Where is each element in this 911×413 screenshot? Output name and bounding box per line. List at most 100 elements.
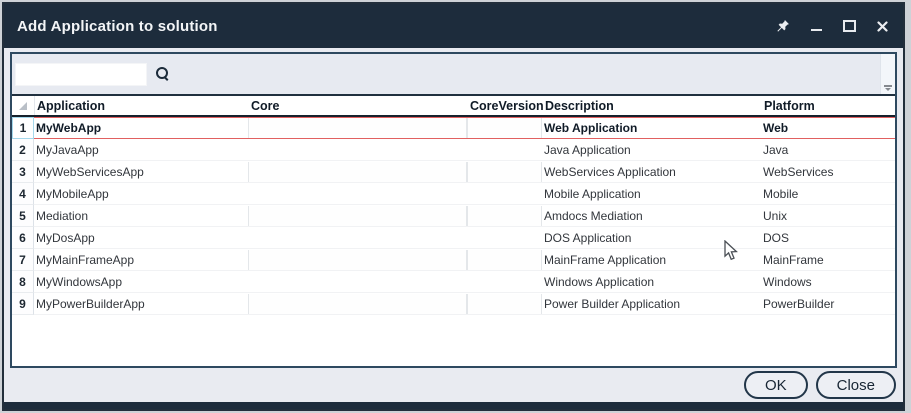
cell-description[interactable]: MainFrame Application — [542, 250, 761, 270]
maximize-glyph — [842, 20, 856, 32]
cell-platform[interactable]: DOS — [761, 228, 895, 248]
cell-platform[interactable]: Mobile — [761, 184, 895, 204]
cell-description[interactable]: DOS Application — [542, 228, 761, 248]
row-number[interactable]: 6 — [12, 227, 34, 249]
search-icon[interactable] — [155, 66, 171, 82]
ok-button[interactable]: OK — [743, 371, 808, 399]
cell-description[interactable]: Web Application — [542, 118, 761, 138]
select-all-corner[interactable] — [12, 96, 35, 115]
row-cells: MyWindowsApp Windows Application Windows — [34, 271, 895, 293]
filter-collapse-handle[interactable] — [880, 54, 895, 94]
cell-core[interactable] — [248, 162, 467, 182]
cell-core[interactable] — [248, 118, 467, 138]
cell-application[interactable]: MyWebApp — [34, 118, 248, 138]
row-cells: MyPowerBuilderApp Power Builder Applicat… — [34, 293, 895, 315]
cell-core[interactable] — [248, 272, 467, 292]
row-cells: Mediation Amdocs Mediation Unix — [34, 205, 895, 227]
table-row[interactable]: 4 MyMobileApp Mobile Application Mobile — [12, 183, 895, 205]
row-cells: MyWebApp Web Application Web — [34, 117, 895, 139]
magnifier-handle — [163, 76, 169, 81]
cell-core[interactable] — [248, 228, 467, 248]
cell-core[interactable] — [248, 184, 467, 204]
collapse-handle-bar — [884, 85, 892, 87]
table-row[interactable]: 3 MyWebServicesApp WebServices Applicati… — [12, 161, 895, 183]
grid-header-row: Application Core CoreVersion Description… — [12, 96, 895, 117]
cell-coreversion[interactable] — [467, 272, 542, 292]
dialog-window: Add Application to solution Application … — [2, 2, 905, 411]
grid-frame: Application Core CoreVersion Description… — [10, 52, 897, 368]
cell-platform[interactable]: Web — [761, 118, 895, 138]
cell-platform[interactable]: MainFrame — [761, 250, 895, 270]
cell-coreversion[interactable] — [467, 140, 542, 160]
cell-description[interactable]: Java Application — [542, 140, 761, 160]
table-row[interactable]: 5 Mediation Amdocs Mediation Unix — [12, 205, 895, 227]
row-number[interactable]: 2 — [12, 139, 34, 161]
grid-empty-area — [12, 315, 895, 366]
table-row[interactable]: 2 MyJavaApp Java Application Java — [12, 139, 895, 161]
cell-core[interactable] — [248, 140, 467, 160]
close-icon[interactable] — [875, 19, 889, 33]
cell-coreversion[interactable] — [467, 118, 542, 138]
table-row[interactable]: 6 MyDosApp DOS Application DOS — [12, 227, 895, 249]
table-row[interactable]: 7 MyMainFrameApp MainFrame Application M… — [12, 249, 895, 271]
row-number[interactable]: 5 — [12, 205, 34, 227]
column-header-platform[interactable]: Platform — [762, 96, 895, 115]
column-header-description[interactable]: Description — [543, 96, 762, 115]
column-header-coreversion[interactable]: CoreVersion — [468, 96, 544, 115]
minimize-icon[interactable] — [809, 19, 823, 33]
cell-platform[interactable]: Windows — [761, 272, 895, 292]
pin-icon-glyph — [777, 20, 789, 32]
cell-core[interactable] — [248, 206, 467, 226]
dialog-body: Application Core CoreVersion Description… — [4, 48, 903, 409]
cell-description[interactable]: Windows Application — [542, 272, 761, 292]
row-number[interactable]: 9 — [12, 293, 34, 315]
row-cells: MyMainFrameApp MainFrame Application Mai… — [34, 249, 895, 271]
close-button[interactable]: Close — [815, 371, 896, 399]
title-bar: Add Application to solution — [4, 4, 903, 48]
maximize-icon[interactable] — [842, 19, 856, 33]
cell-description[interactable]: Mobile Application — [542, 184, 761, 204]
row-number[interactable]: 4 — [12, 183, 34, 205]
cell-description[interactable]: WebServices Application — [542, 162, 761, 182]
table-row[interactable]: 8 MyWindowsApp Windows Application Windo… — [12, 271, 895, 293]
cell-application[interactable]: MyPowerBuilderApp — [34, 294, 248, 314]
row-cells: MyDosApp DOS Application DOS — [34, 227, 895, 249]
pin-icon[interactable] — [776, 19, 790, 33]
close-glyph — [876, 20, 888, 32]
cell-coreversion[interactable] — [467, 162, 542, 182]
cell-platform[interactable]: PowerBuilder — [761, 294, 895, 314]
cell-application[interactable]: MyMainFrameApp — [34, 250, 248, 270]
cell-application[interactable]: MyJavaApp — [34, 140, 248, 160]
cell-core[interactable] — [248, 250, 467, 270]
cell-core[interactable] — [248, 294, 467, 314]
applications-grid: Application Core CoreVersion Description… — [12, 96, 895, 366]
column-header-application[interactable]: Application — [35, 96, 249, 115]
row-number[interactable]: 3 — [12, 161, 34, 183]
cell-description[interactable]: Amdocs Mediation — [542, 206, 761, 226]
cell-coreversion[interactable] — [467, 228, 542, 248]
row-number[interactable]: 1 — [12, 117, 34, 139]
cell-application[interactable]: MyWebServicesApp — [34, 162, 248, 182]
window-controls — [776, 19, 889, 33]
cell-platform[interactable]: Java — [761, 140, 895, 160]
cell-description[interactable]: Power Builder Application — [542, 294, 761, 314]
row-number[interactable]: 8 — [12, 271, 34, 293]
table-row[interactable]: 1 MyWebApp Web Application Web — [12, 117, 895, 139]
cell-coreversion[interactable] — [467, 250, 542, 270]
footer-bar: OK Close — [4, 368, 903, 402]
cell-application[interactable]: Mediation — [34, 206, 248, 226]
cell-platform[interactable]: WebServices — [761, 162, 895, 182]
cell-application[interactable]: MyDosApp — [34, 228, 248, 248]
cell-application[interactable]: MyWindowsApp — [34, 272, 248, 292]
cell-coreversion[interactable] — [467, 206, 542, 226]
cell-application[interactable]: MyMobileApp — [34, 184, 248, 204]
search-input[interactable] — [15, 62, 147, 86]
row-cells: MyWebServicesApp WebServices Application… — [34, 161, 895, 183]
cell-coreversion[interactable] — [467, 294, 542, 314]
cell-platform[interactable]: Unix — [761, 206, 895, 226]
cell-coreversion[interactable] — [467, 184, 542, 204]
row-cells: MyMobileApp Mobile Application Mobile — [34, 183, 895, 205]
column-header-core[interactable]: Core — [249, 96, 468, 115]
table-row[interactable]: 9 MyPowerBuilderApp Power Builder Applic… — [12, 293, 895, 315]
row-number[interactable]: 7 — [12, 249, 34, 271]
